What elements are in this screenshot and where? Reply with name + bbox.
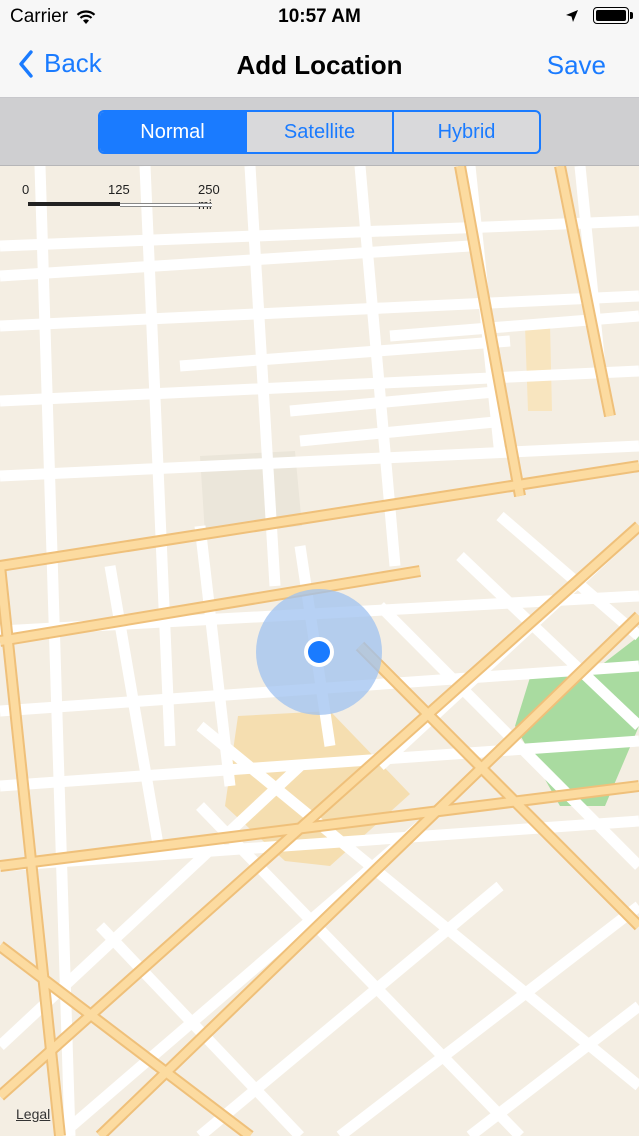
legal-link[interactable]: Legal (16, 1106, 50, 1122)
map-view[interactable]: 0 125 250 mi Legal (0, 166, 639, 1136)
page-title: Add Location (236, 50, 403, 80)
map-type-satellite[interactable]: Satellite (245, 112, 392, 152)
map-type-normal[interactable]: Normal (100, 112, 245, 152)
map-streets (0, 166, 639, 1136)
user-location-dot-inner (308, 641, 330, 663)
save-button[interactable]: Save (547, 50, 606, 81)
scale-line-filled (28, 202, 120, 206)
scale-label-250: 250 mi (198, 182, 220, 212)
status-time: 10:57 AM (278, 6, 361, 27)
location-arrow-icon (566, 9, 578, 22)
tan-area (525, 324, 552, 411)
navigation-bar: Back Add Location Save (0, 34, 639, 98)
battery-icon (593, 7, 633, 24)
map-type-hybrid[interactable]: Hybrid (392, 112, 539, 152)
status-right (565, 7, 633, 24)
status-bar: Carrier 10:57 AM (0, 0, 639, 34)
map-type-bar: Normal Satellite Hybrid (0, 98, 639, 166)
map-type-segmented-control: Normal Satellite Hybrid (98, 110, 541, 154)
scale-label-125: 125 (108, 182, 130, 197)
map-scale-bar: 0 125 250 mi (22, 182, 222, 212)
scale-line-empty (120, 203, 212, 207)
scale-label-0: 0 (22, 182, 30, 197)
